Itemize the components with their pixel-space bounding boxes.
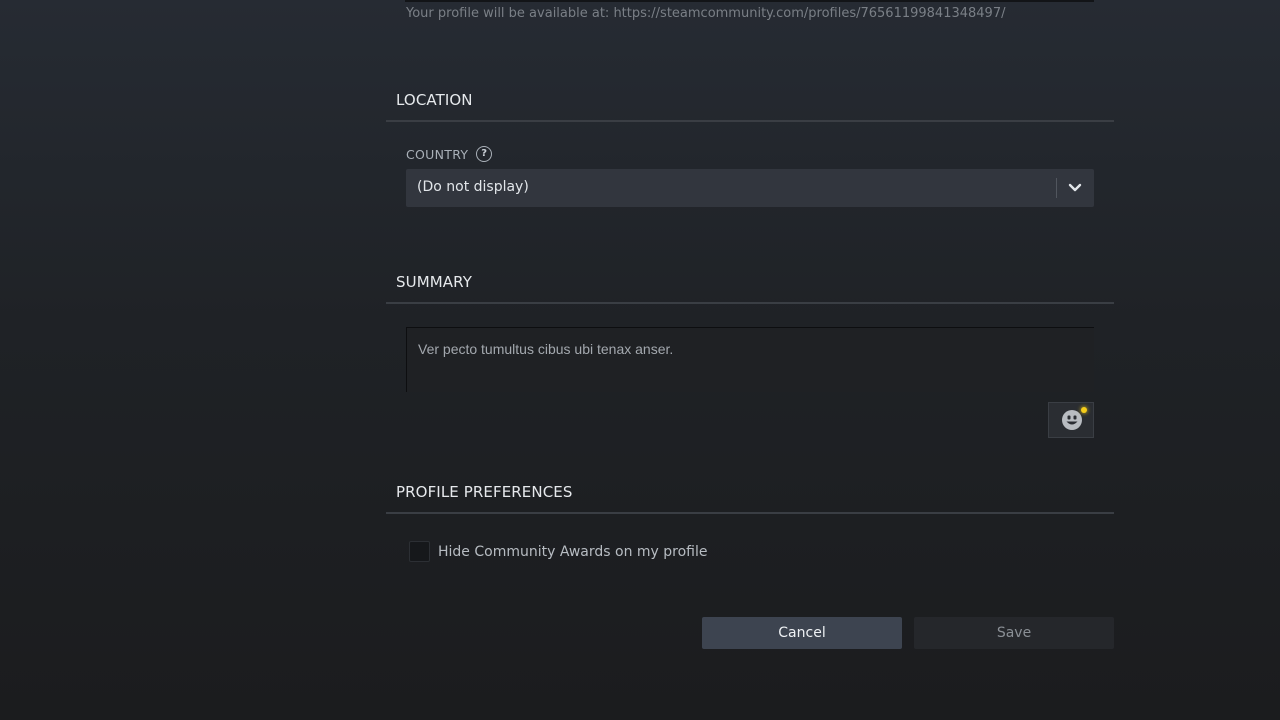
emoticon-picker-button[interactable] [1048,402,1094,438]
summary-text: Ver pecto tumultus cibus ubi tenax anser… [418,341,674,357]
section-title-location: LOCATION [396,91,473,109]
section-divider [386,512,1114,514]
cancel-button[interactable]: Cancel [702,617,902,649]
country-label-row: COUNTRY ? [406,146,493,162]
hide-awards-option[interactable]: Hide Community Awards on my profile [409,541,708,562]
hide-awards-checkbox[interactable] [409,541,430,562]
smiley-face-icon [1062,410,1082,430]
section-divider [386,302,1114,304]
notification-dot [1081,407,1087,413]
country-dropdown[interactable]: (Do not display) [406,169,1094,207]
country-label: COUNTRY [406,146,469,162]
section-divider [386,120,1114,122]
hide-awards-label: Hide Community Awards on my profile [438,543,708,560]
summary-textarea[interactable]: Ver pecto tumultus cibus ubi tenax anser… [406,327,1094,392]
chevron-down-icon [1068,183,1082,192]
custom-url-field-bottom-edge [405,0,1094,2]
question-circle-icon[interactable]: ? [476,146,493,162]
save-button[interactable]: Save [914,617,1114,649]
country-dropdown-value: (Do not display) [417,179,529,195]
profile-url-note: Your profile will be available at: https… [406,6,1006,21]
section-title-profile-preferences: PROFILE PREFERENCES [396,483,573,501]
section-title-summary: SUMMARY [396,273,472,291]
dropdown-separator [1056,178,1057,198]
